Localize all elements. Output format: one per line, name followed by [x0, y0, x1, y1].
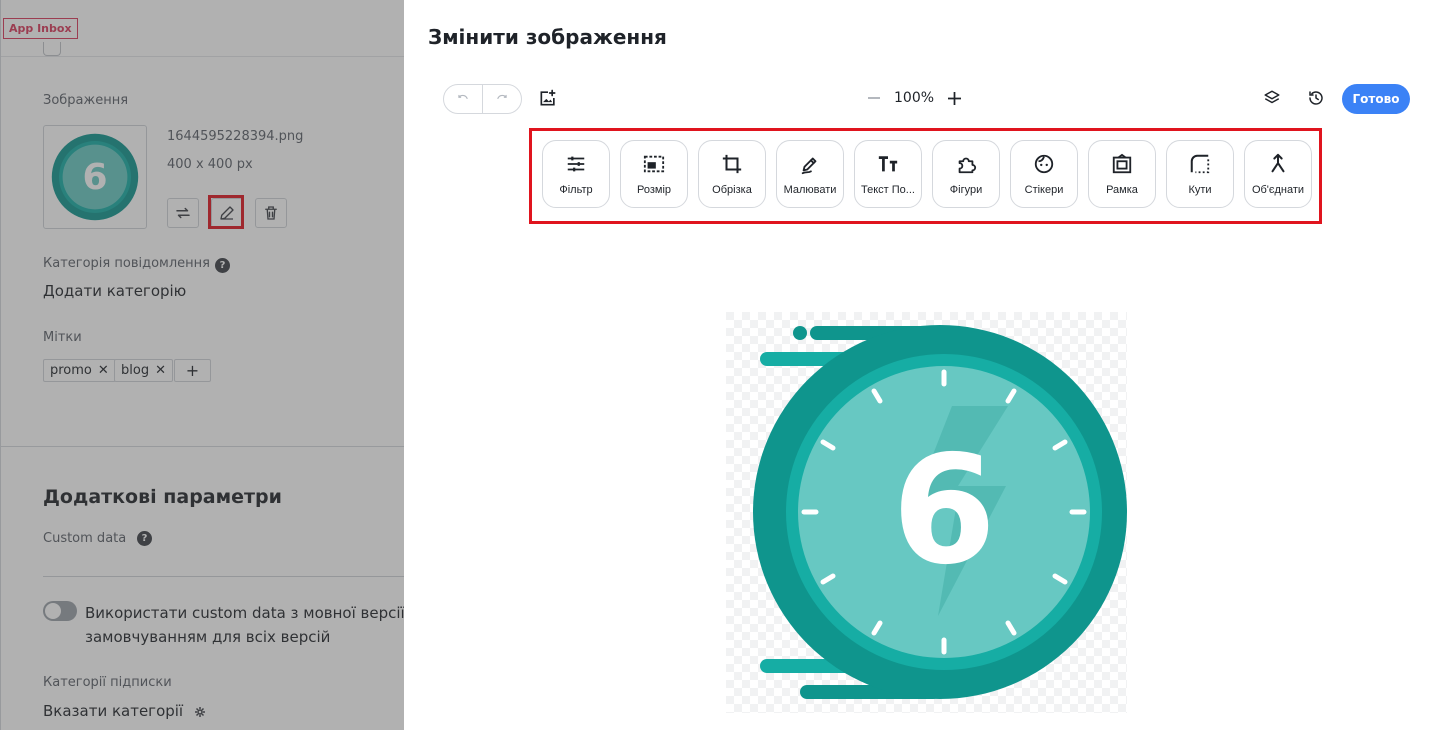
- tool-filter[interactable]: Фільтр: [542, 140, 610, 208]
- category-label: Категорія повідомлення: [43, 256, 210, 271]
- edit-button-highlight: [208, 195, 244, 229]
- shapes-icon: [954, 152, 978, 176]
- text-icon: [876, 152, 900, 176]
- section-divider: [1, 446, 405, 447]
- zoom-out-button[interactable]: [866, 86, 882, 110]
- minus-icon: [868, 97, 880, 99]
- layers-icon: [1264, 90, 1280, 104]
- image-editor-modal: Змінити зображення 100% Готово Фільтр Ро…: [404, 0, 1443, 730]
- add-image-button[interactable]: [537, 87, 559, 109]
- swap-icon: [176, 207, 190, 219]
- toggle-text-line: Використати custom data з мовної версії …: [85, 604, 405, 622]
- tool-label: Малювати: [783, 184, 837, 196]
- divider: [43, 576, 405, 577]
- history-icon: [1309, 91, 1323, 105]
- tool-label: Фігури: [949, 184, 983, 196]
- tool-label: Стікери: [1024, 184, 1064, 196]
- custom-data-label: Custom data: [43, 531, 127, 546]
- history-button[interactable]: [1305, 87, 1327, 109]
- stopwatch-thumbnail-icon: 6: [51, 133, 139, 221]
- layers-button[interactable]: [1261, 87, 1283, 109]
- add-image-icon: [540, 89, 556, 106]
- frame-icon: [1110, 152, 1134, 176]
- redo-button[interactable]: [482, 85, 521, 113]
- sliders-icon: [564, 152, 588, 176]
- help-icon[interactable]: ?: [215, 258, 230, 273]
- tag-chip[interactable]: blog ✕: [114, 359, 173, 382]
- replace-image-button[interactable]: [167, 198, 199, 228]
- tool-label: Об'єднати: [1251, 184, 1305, 196]
- toggle-knob: [45, 603, 61, 619]
- add-tag-button[interactable]: +: [174, 359, 211, 382]
- delete-image-button[interactable]: [255, 198, 287, 228]
- undo-button[interactable]: [444, 85, 482, 113]
- done-button[interactable]: Готово: [1342, 84, 1410, 114]
- draw-icon: [798, 152, 822, 176]
- sticker-icon: [1032, 152, 1056, 176]
- zoom-control: 100%: [866, 86, 962, 110]
- extra-params-title: Додаткові параметри: [43, 486, 282, 508]
- tag-label: blog: [121, 363, 150, 378]
- corners-icon: [1188, 152, 1212, 176]
- divider: [1, 56, 405, 57]
- tool-crop[interactable]: Обрізка: [698, 140, 766, 208]
- toggle-description: Використати custom data з мовної версії …: [85, 601, 405, 649]
- help-icon[interactable]: ?: [137, 531, 152, 546]
- tag-chip[interactable]: promo ✕: [43, 359, 116, 382]
- subscription-value: Вказати категорії: [43, 702, 184, 720]
- tool-label: Обрізка: [712, 184, 752, 196]
- thumbnail-digit: 6: [82, 157, 107, 198]
- toggle-text-line: замовчуванням для всіх версій: [85, 628, 331, 646]
- merge-icon: [1266, 152, 1290, 176]
- zoom-value: 100%: [894, 90, 935, 106]
- trash-icon: [265, 206, 277, 220]
- tool-label: Розмір: [636, 184, 671, 196]
- image-canvas[interactable]: 6: [726, 312, 1127, 713]
- tool-draw[interactable]: Малювати: [776, 140, 844, 208]
- file-name: 1644595228394.png: [167, 129, 304, 144]
- stopwatch-image: 6: [726, 312, 1127, 713]
- resize-icon: [642, 152, 666, 176]
- image-section-label: Зображення: [43, 93, 129, 108]
- tool-frame[interactable]: Рамка: [1088, 140, 1156, 208]
- tool-merge[interactable]: Об'єднати: [1244, 140, 1312, 208]
- tool-corners[interactable]: Кути: [1166, 140, 1234, 208]
- tool-label: Текст По...: [861, 184, 915, 196]
- tool-stickers[interactable]: Стікери: [1010, 140, 1078, 208]
- custom-data-toggle[interactable]: [43, 601, 77, 621]
- crop-icon: [720, 152, 744, 176]
- file-size: 400 x 400 px: [167, 157, 253, 172]
- zoom-in-button[interactable]: [946, 86, 962, 110]
- undo-icon: [458, 94, 468, 99]
- subscription-link[interactable]: Вказати категорії: [43, 702, 206, 720]
- add-category-link[interactable]: Додати категорію: [43, 282, 186, 300]
- tool-resize[interactable]: Розмір: [620, 140, 688, 208]
- subscription-label: Категорії підписки: [43, 675, 172, 690]
- redo-icon: [497, 94, 507, 99]
- image-thumbnail[interactable]: 6: [43, 125, 147, 229]
- tool-label: Фільтр: [559, 184, 593, 196]
- remove-tag-icon[interactable]: ✕: [98, 363, 109, 378]
- undo-redo-group: [443, 84, 522, 114]
- plus-icon: [947, 91, 961, 105]
- canvas-digit: 6: [892, 424, 996, 598]
- top-checkbox[interactable]: [43, 42, 61, 56]
- remove-tag-icon[interactable]: ✕: [155, 363, 166, 378]
- tools-toolbar: Фільтр Розмір Обрізка Малювати Текст По.…: [542, 140, 1312, 208]
- tag-label: promo: [50, 363, 92, 378]
- background-page: App Inbox Зображення 6 1644595228394.png…: [0, 0, 405, 730]
- tool-label: Кути: [1188, 184, 1212, 196]
- tags-label: Мітки: [43, 330, 82, 345]
- app-inbox-badge: App Inbox: [3, 18, 78, 39]
- modal-title: Змінити зображення: [428, 25, 667, 49]
- tool-text[interactable]: Текст По...: [854, 140, 922, 208]
- tool-shapes[interactable]: Фігури: [932, 140, 1000, 208]
- gear-icon: [194, 706, 205, 717]
- tool-label: Рамка: [1106, 184, 1138, 196]
